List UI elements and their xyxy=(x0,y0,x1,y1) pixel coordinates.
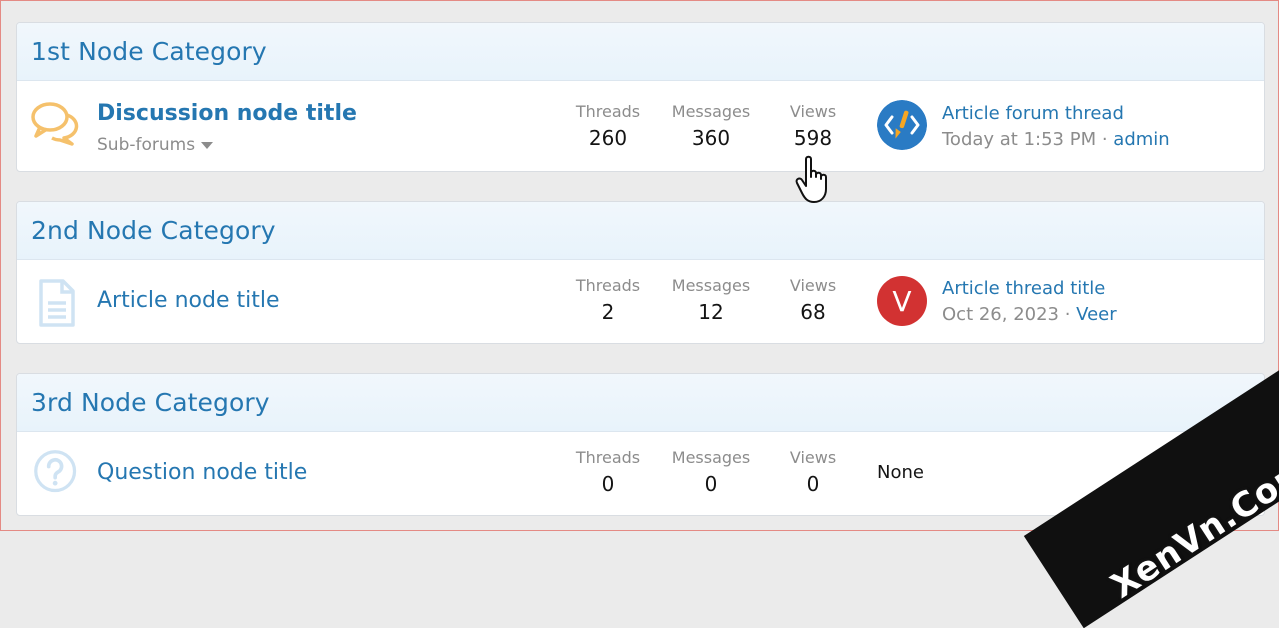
code-brush-avatar[interactable] xyxy=(877,100,927,150)
stat-label: Threads xyxy=(575,276,641,295)
last-post-user[interactable]: admin xyxy=(1113,129,1169,150)
question-icon xyxy=(34,450,77,493)
node-row: Discussion node title Sub-forums Threads… xyxy=(17,81,1264,171)
last-post-date[interactable]: Oct 26, 2023 xyxy=(942,304,1059,325)
stat-label: Threads xyxy=(575,102,641,121)
stat-value: 0 xyxy=(601,472,615,496)
document-icon xyxy=(39,279,75,327)
last-post-user[interactable]: Veer xyxy=(1076,304,1116,325)
stat-value: 360 xyxy=(691,126,731,150)
node-row: Article node title Threads 2 Messages 12… xyxy=(17,260,1264,343)
stat-value: 12 xyxy=(698,300,724,324)
category-title[interactable]: 3rd Node Category xyxy=(31,388,270,417)
last-post-meta: Today at 1:53 PM · admin xyxy=(942,129,1170,150)
stat-views: Views 68 xyxy=(763,276,863,324)
stat-threads: Threads 0 xyxy=(558,448,658,496)
stat-messages: Messages 0 xyxy=(661,448,761,496)
last-post-none: None xyxy=(877,462,924,483)
stat-label: Views xyxy=(789,448,837,467)
meta-separator: · xyxy=(1096,129,1114,150)
last-post-date[interactable]: Today at 1:53 PM xyxy=(942,129,1096,150)
user-avatar[interactable]: V xyxy=(877,276,927,326)
category-header: 1st Node Category xyxy=(17,23,1264,81)
category-block: 3rd Node Category Question node title Th… xyxy=(16,373,1265,516)
caret-down-icon xyxy=(201,141,214,149)
chat-bubbles-icon xyxy=(31,102,79,146)
stat-label: Views xyxy=(789,102,837,121)
stat-value: 598 xyxy=(793,126,833,150)
category-title[interactable]: 1st Node Category xyxy=(31,37,267,66)
node-title-link[interactable]: Article node title xyxy=(97,288,279,313)
sub-forums-label: Sub-forums xyxy=(97,135,196,155)
sub-forums-dropdown[interactable]: Sub-forums xyxy=(97,135,214,155)
category-header: 2nd Node Category xyxy=(17,202,1264,260)
last-thread-link[interactable]: Article forum thread xyxy=(942,103,1124,124)
stat-messages: Messages 360 xyxy=(661,102,761,150)
stat-value: 0 xyxy=(704,472,718,496)
last-thread-link[interactable]: Article thread title xyxy=(942,278,1105,299)
category-block: 1st Node Category Discussion node title … xyxy=(16,22,1265,172)
avatar-letter: V xyxy=(892,284,912,318)
stat-views: Views 598 xyxy=(763,102,863,150)
stat-messages: Messages 12 xyxy=(661,276,761,324)
node-title-link[interactable]: Discussion node title xyxy=(97,101,357,126)
stat-label: Messages xyxy=(671,448,751,467)
meta-separator: · xyxy=(1059,304,1077,325)
category-block: 2nd Node Category Article node title Thr… xyxy=(16,201,1265,344)
stat-label: Views xyxy=(789,276,837,295)
category-header: 3rd Node Category xyxy=(17,374,1264,432)
stat-value: 68 xyxy=(800,300,826,324)
stat-value: 0 xyxy=(806,472,820,496)
stat-label: Threads xyxy=(575,448,641,467)
stat-threads: Threads 2 xyxy=(558,276,658,324)
last-post-meta: Oct 26, 2023 · Veer xyxy=(942,304,1117,325)
stat-label: Messages xyxy=(671,276,751,295)
stat-views: Views 0 xyxy=(763,448,863,496)
stat-threads: Threads 260 xyxy=(558,102,658,150)
node-title-link[interactable]: Question node title xyxy=(97,460,307,485)
stat-label: Messages xyxy=(671,102,751,121)
stat-value: 260 xyxy=(588,126,628,150)
stat-value: 2 xyxy=(601,300,615,324)
category-title[interactable]: 2nd Node Category xyxy=(31,216,276,245)
hand-pointer-cursor-icon xyxy=(795,155,827,203)
